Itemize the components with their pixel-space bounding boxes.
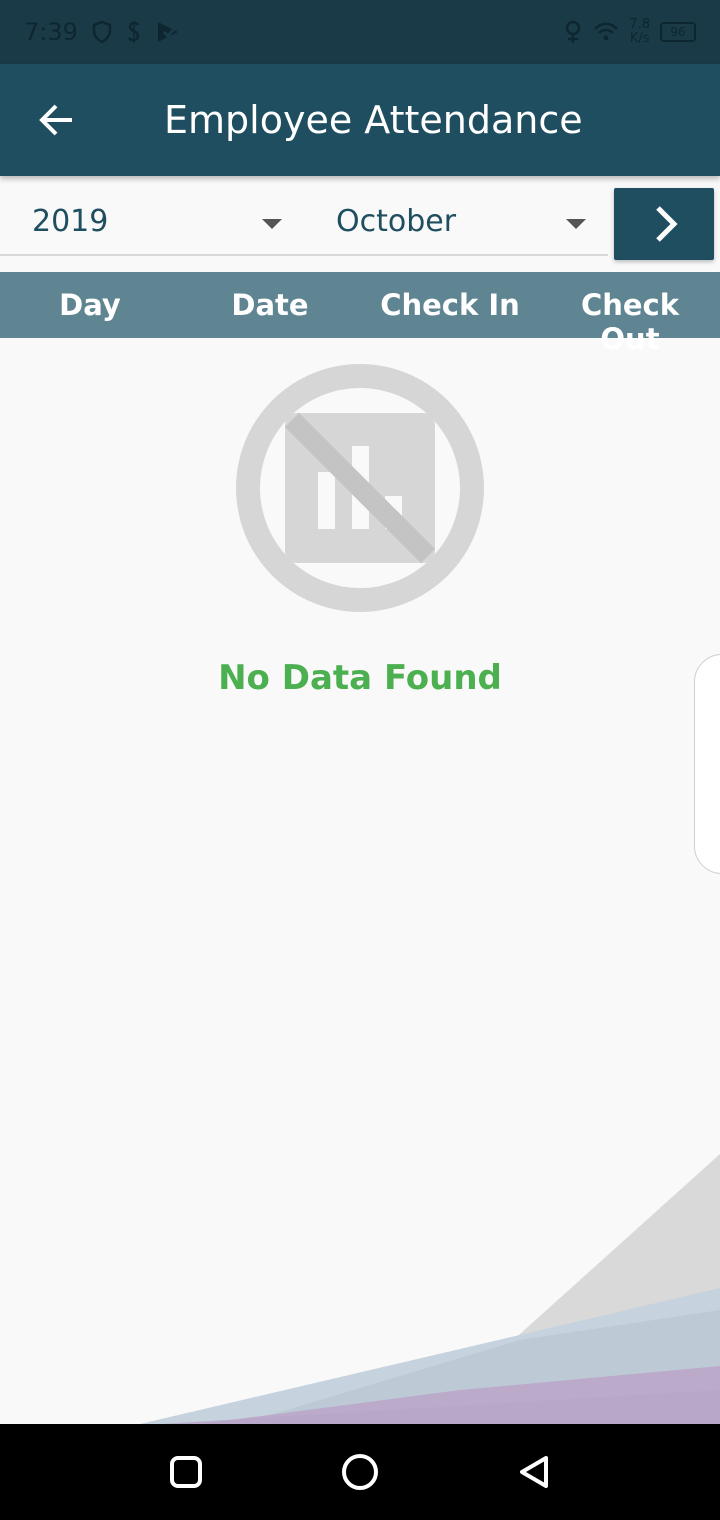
back-triangle-icon[interactable] [510, 1448, 558, 1496]
column-date: Date [231, 288, 309, 322]
edge-panel-handle[interactable] [694, 654, 720, 874]
home-icon[interactable] [336, 1448, 384, 1496]
filter-row: 2019 October [0, 176, 720, 268]
column-day: Day [59, 288, 121, 322]
battery-indicator: 96 [660, 22, 696, 42]
wifi-icon [594, 22, 619, 41]
check-notification-icon [158, 22, 180, 42]
table-header: Day Date Check In Check Out [0, 272, 720, 356]
column-check-in: Check In [380, 288, 520, 322]
year-value: 2019 [32, 204, 109, 239]
no-data-message: No Data Found [218, 658, 502, 698]
page-title: Employee Attendance [164, 98, 583, 142]
decorative-background [140, 1154, 720, 1424]
s-notification-icon [127, 21, 140, 43]
shield-icon [92, 20, 112, 44]
arrow-left-icon [39, 104, 72, 136]
system-nav-bar [0, 1424, 720, 1520]
status-right-group: 7.8 K/s 96 [563, 14, 696, 50]
location-icon [566, 20, 581, 43]
month-caret-icon [566, 219, 586, 229]
net-speed-value: 7.8 [629, 17, 650, 32]
column-check-out: Check Out [580, 288, 680, 356]
year-dropdown[interactable]: 2019 [0, 176, 306, 256]
no-chart-icon [236, 364, 484, 612]
month-dropdown[interactable]: October [306, 176, 608, 256]
status-time: 7:39 [24, 18, 78, 46]
status-bar: 7:39 7.8 K/s 96 [0, 0, 720, 64]
next-button[interactable] [614, 188, 714, 260]
month-value: October [336, 204, 457, 239]
year-caret-icon [262, 219, 282, 229]
battery-level: 96 [670, 25, 686, 39]
app-bar: Employee Attendance [0, 64, 720, 176]
net-speed-unit: K/s [629, 31, 650, 46]
recent-apps-icon[interactable] [162, 1448, 210, 1496]
net-speed: 7.8 K/s [629, 18, 650, 46]
chevron-right-icon [656, 206, 678, 242]
back-button[interactable] [30, 94, 82, 146]
